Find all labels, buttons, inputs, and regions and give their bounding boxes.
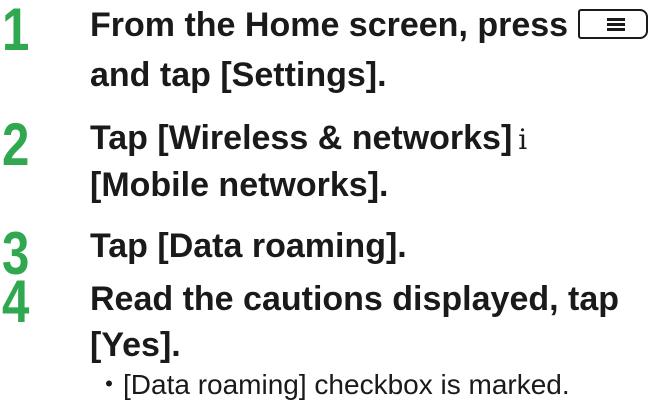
step-3-text-line-1: Tap [Data roaming]. (90, 227, 407, 265)
step-2-text-line-1: Tap [Wireless & networks] i (90, 121, 527, 155)
step-1-text-line-2: and tap [Settings]. (90, 56, 387, 94)
step-number-4: 4 (2, 268, 30, 335)
step-2-separator: i (518, 123, 528, 156)
step-4-note-text: [Data roaming] checkbox is marked. (123, 369, 570, 400)
step-4-text-line-2: [Yes]. (90, 326, 181, 364)
step-2-text: Tap [Wireless & networks] (90, 119, 513, 157)
menu-bars-icon (607, 18, 626, 33)
step-number-2: 2 (2, 111, 30, 178)
bullet-mark: ・ (95, 369, 124, 400)
step-4-note: ・[Data roaming] checkbox is marked. (95, 371, 570, 399)
step-number-1: 1 (2, 0, 30, 63)
step-4-text-line-1: Read the cautions displayed, tap (90, 280, 620, 318)
step-2-text-line-2: [Mobile networks]. (90, 166, 389, 204)
step-1-text: From the Home screen, press (90, 6, 569, 44)
step-1-text-line-1: From the Home screen, press (90, 6, 649, 44)
menu-key-icon (578, 9, 649, 39)
